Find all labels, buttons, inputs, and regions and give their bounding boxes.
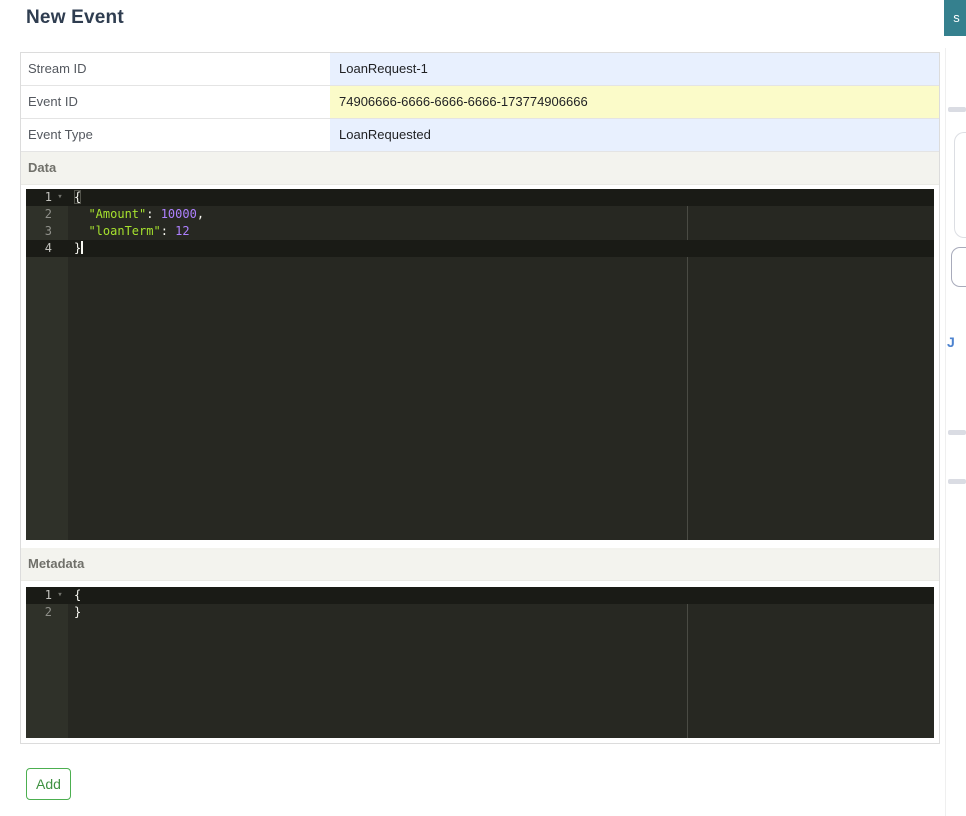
event-type-input[interactable]: LoanRequested: [330, 119, 939, 151]
editor-lines: 1▾{2}: [26, 587, 934, 621]
cutoff-rounded-button-fragment: [951, 247, 966, 287]
text-cursor: [81, 241, 83, 254]
cutoff-gray-bar-3: [948, 479, 966, 484]
line-number-cell: 2: [26, 604, 68, 621]
cutoff-blue-glyph: J: [947, 334, 955, 350]
event-id-label: Event ID: [21, 86, 330, 118]
editor-line[interactable]: 1▾{: [26, 587, 934, 604]
cutoff-teal-button-fragment[interactable]: s: [944, 0, 966, 36]
line-number-cell: 2: [26, 206, 68, 223]
event-id-input[interactable]: 74906666-6666-6666-6666-173774906666: [330, 86, 939, 118]
metadata-section-header: Metadata: [21, 548, 939, 581]
new-event-form-panel: Stream ID LoanRequest-1 Event ID 7490666…: [20, 52, 940, 744]
editor-lines: 1▾{2 "Amount": 10000,3 "loanTerm": 124}: [26, 189, 934, 257]
editor-line[interactable]: 4}: [26, 240, 934, 257]
data-section-header: Data: [21, 152, 939, 185]
editor-line[interactable]: 1▾{: [26, 189, 934, 206]
form-row-stream-id: Stream ID LoanRequest-1: [21, 53, 939, 86]
fold-arrow-icon[interactable]: ▾: [52, 587, 68, 604]
cutoff-rounded-panel-fragment: [954, 132, 966, 238]
cutoff-gray-bar-1: [948, 107, 966, 112]
line-number-cell: 4: [26, 240, 68, 257]
stream-id-label: Stream ID: [21, 53, 330, 85]
editor-line[interactable]: 3 "loanTerm": 12: [26, 223, 934, 240]
data-json-editor[interactable]: 1▾{2 "Amount": 10000,3 "loanTerm": 124}: [26, 189, 934, 540]
right-edge-divider: [945, 48, 946, 816]
stream-id-input[interactable]: LoanRequest-1: [330, 53, 939, 85]
add-button[interactable]: Add: [26, 768, 71, 800]
metadata-section-label: Metadata: [28, 556, 84, 571]
cutoff-gray-bar-2: [948, 430, 966, 435]
page-title: New Event: [26, 7, 124, 29]
editor-line[interactable]: 2 "Amount": 10000,: [26, 206, 934, 223]
form-row-event-type: Event Type LoanRequested: [21, 119, 939, 152]
data-editor-container: 1▾{2 "Amount": 10000,3 "loanTerm": 124}: [21, 185, 939, 548]
editor-line[interactable]: 2}: [26, 604, 934, 621]
event-type-label: Event Type: [21, 119, 330, 151]
form-row-event-id: Event ID 74906666-6666-6666-6666-1737749…: [21, 86, 939, 119]
metadata-json-editor[interactable]: 1▾{2}: [26, 587, 934, 738]
line-number-cell: 1▾: [26, 189, 68, 206]
data-section-label: Data: [28, 160, 56, 175]
metadata-editor-container: 1▾{2}: [21, 581, 939, 743]
fold-arrow-icon[interactable]: ▾: [52, 189, 68, 206]
line-number-cell: 1▾: [26, 587, 68, 604]
line-number-cell: 3: [26, 223, 68, 240]
